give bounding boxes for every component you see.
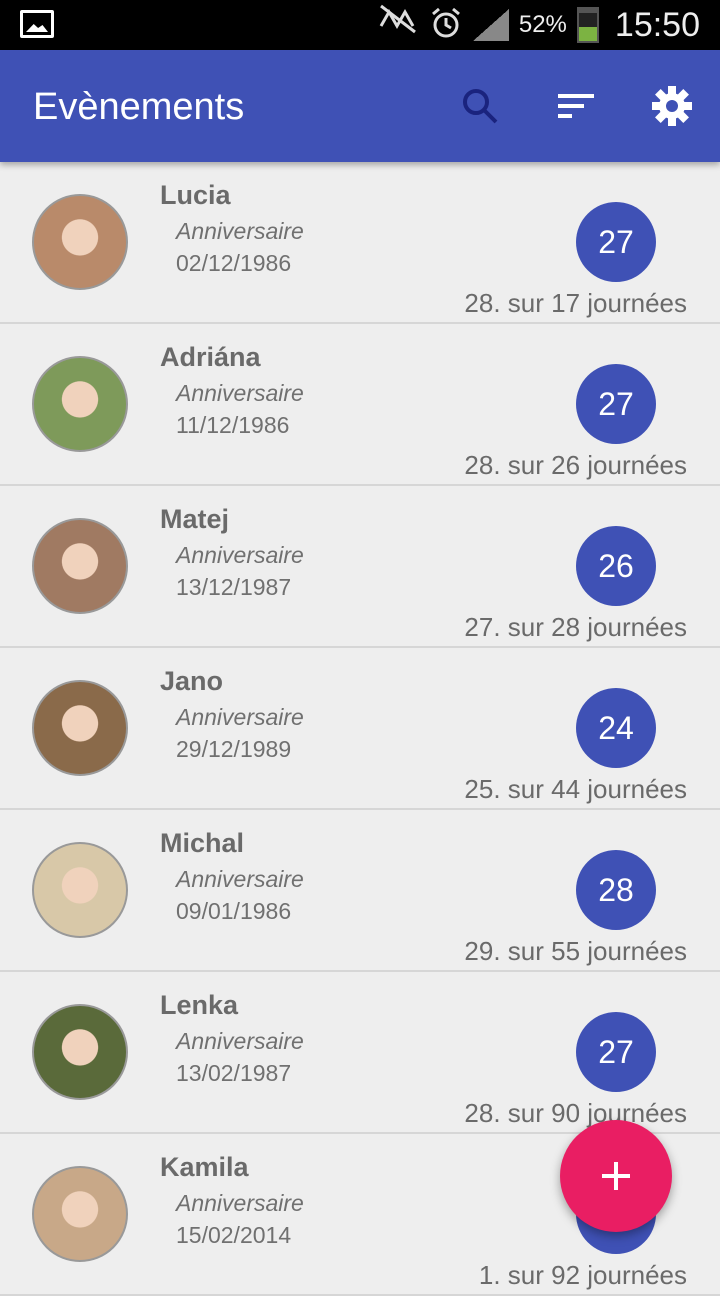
countdown-text: 29. sur 55 journées <box>464 936 687 966</box>
event-name: Lenka <box>160 990 239 1020</box>
age-badge: 24 <box>576 688 656 768</box>
status-bar: 52% 15:50 <box>0 0 720 50</box>
age-badge: 28 <box>576 850 656 930</box>
event-type: Anniversaire <box>176 866 304 892</box>
event-type: Anniversaire <box>176 218 304 244</box>
event-type: Anniversaire <box>176 380 304 406</box>
event-type: Anniversaire <box>176 704 304 730</box>
event-date: 02/12/1986 <box>176 250 292 276</box>
settings-button[interactable] <box>644 78 700 134</box>
age-badge: 27 <box>576 202 656 282</box>
event-name: Kamila <box>160 1152 249 1182</box>
avatar <box>32 194 128 290</box>
list-item[interactable]: Lucia Anniversaire 02/12/1986 27 28. sur… <box>0 162 720 324</box>
countdown-text: 27. sur 28 journées <box>464 612 687 642</box>
search-icon <box>463 89 498 124</box>
avatar <box>32 356 128 452</box>
avatar <box>32 518 128 614</box>
age-badge: 27 <box>576 1012 656 1092</box>
age-badge: 26 <box>576 526 656 606</box>
countdown-text: 1. sur 92 journées <box>478 1260 687 1290</box>
list-item[interactable]: Lenka Anniversaire 13/02/1987 27 28. sur… <box>0 972 720 1134</box>
event-type: Anniversaire <box>176 1028 304 1054</box>
list-item[interactable]: Matej Anniversaire 13/12/1987 26 27. sur… <box>0 486 720 648</box>
sort-button[interactable] <box>548 78 604 134</box>
event-date: 09/01/1986 <box>176 898 292 924</box>
age-badge: 27 <box>576 364 656 444</box>
avatar <box>32 842 128 938</box>
countdown-text: 25. sur 44 journées <box>464 774 687 804</box>
event-date: 29/12/1989 <box>176 736 292 762</box>
no-sim-icon <box>377 0 419 50</box>
list-item[interactable]: Adriána Anniversaire 11/12/1986 27 28. s… <box>0 324 720 486</box>
countdown-text: 28. sur 26 journées <box>464 450 687 480</box>
event-name: Matej <box>160 504 230 534</box>
battery-percent: 52% <box>518 11 567 38</box>
event-name: Michal <box>160 828 245 858</box>
event-name: Adriána <box>160 342 261 372</box>
event-date: 13/12/1987 <box>176 574 292 600</box>
event-name: Lucia <box>160 180 231 210</box>
clock: 15:50 <box>614 5 700 44</box>
event-type: Anniversaire <box>176 542 304 568</box>
countdown-text: 28. sur 90 journées <box>464 1098 687 1128</box>
list-item[interactable]: Michal Anniversaire 09/01/1986 28 29. su… <box>0 810 720 972</box>
avatar <box>32 1166 128 1262</box>
event-date: 13/02/1987 <box>176 1060 292 1086</box>
event-name: Jano <box>160 666 224 696</box>
image-notification-icon <box>20 10 54 38</box>
sort-icon <box>558 94 594 118</box>
app-bar: Evènements <box>0 50 720 162</box>
add-event-button[interactable] <box>560 1120 672 1232</box>
countdown-text: 28. sur 17 journées <box>464 288 687 318</box>
gear-icon <box>652 86 692 126</box>
battery-icon <box>576 7 599 43</box>
plus-icon <box>602 1162 630 1190</box>
avatar <box>32 680 128 776</box>
status-icons: 52% 15:50 <box>377 0 700 50</box>
search-button[interactable] <box>452 78 508 134</box>
alarm-icon <box>429 6 463 45</box>
list-item[interactable]: Jano Anniversaire 29/12/1989 24 25. sur … <box>0 648 720 810</box>
event-date: 11/12/1986 <box>176 412 290 438</box>
signal-icon <box>472 9 509 41</box>
page-title: Evènements <box>33 86 245 128</box>
avatar <box>32 1004 128 1100</box>
event-date: 15/02/2014 <box>176 1222 292 1248</box>
event-type: Anniversaire <box>176 1190 304 1216</box>
